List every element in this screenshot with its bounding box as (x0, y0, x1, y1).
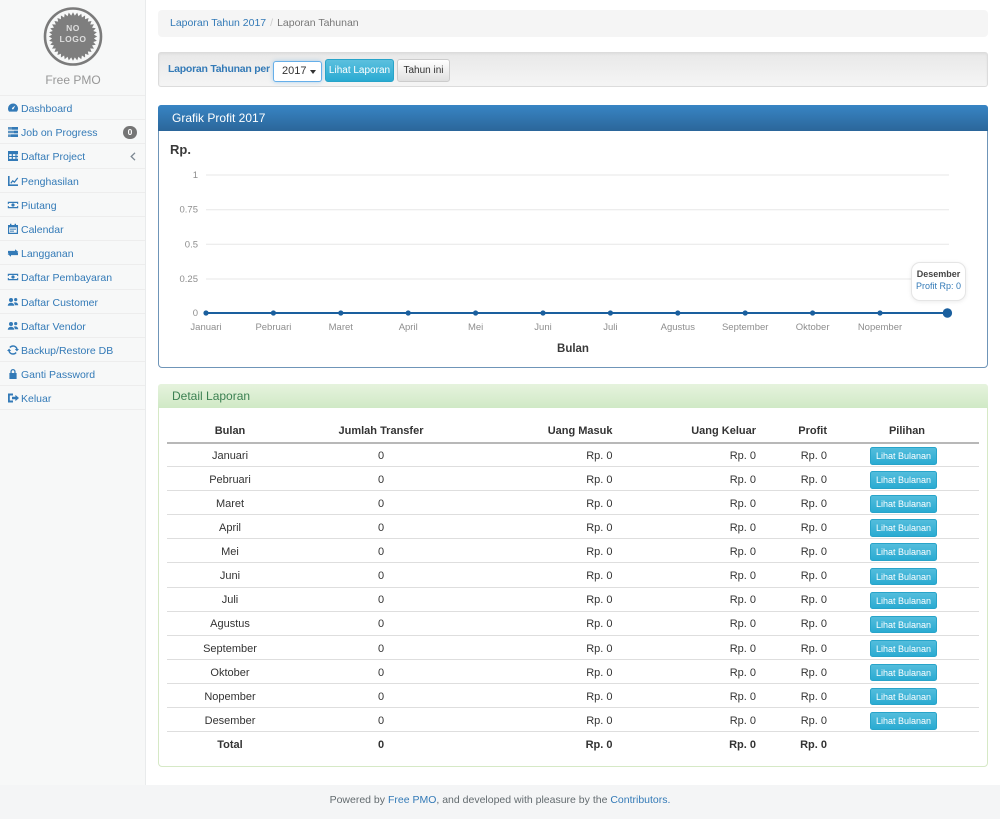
svg-text:0.25: 0.25 (180, 274, 199, 285)
svg-text:LOGO: LOGO (59, 34, 86, 44)
svg-text:Bulan: Bulan (557, 343, 589, 355)
svg-text:Nopember: Nopember (858, 322, 902, 333)
svg-text:Rp.: Rp. (170, 142, 191, 157)
svg-text:0.75: 0.75 (180, 204, 199, 215)
svg-text:NO: NO (66, 23, 80, 33)
svg-text:Pebruari: Pebruari (255, 322, 291, 333)
svg-text:Oktober: Oktober (796, 322, 830, 333)
svg-text:Agustus: Agustus (661, 322, 696, 333)
svg-text:1: 1 (193, 170, 198, 181)
svg-text:September: September (722, 322, 768, 333)
svg-text:Mei: Mei (468, 322, 483, 333)
svg-text:Januari: Januari (190, 322, 221, 333)
svg-text:0: 0 (193, 308, 198, 319)
svg-text:0.5: 0.5 (185, 239, 198, 250)
svg-text:April: April (399, 322, 418, 333)
svg-text:Juli: Juli (603, 322, 617, 333)
svg-text:Juni: Juni (534, 322, 551, 333)
svg-text:Maret: Maret (329, 322, 354, 333)
